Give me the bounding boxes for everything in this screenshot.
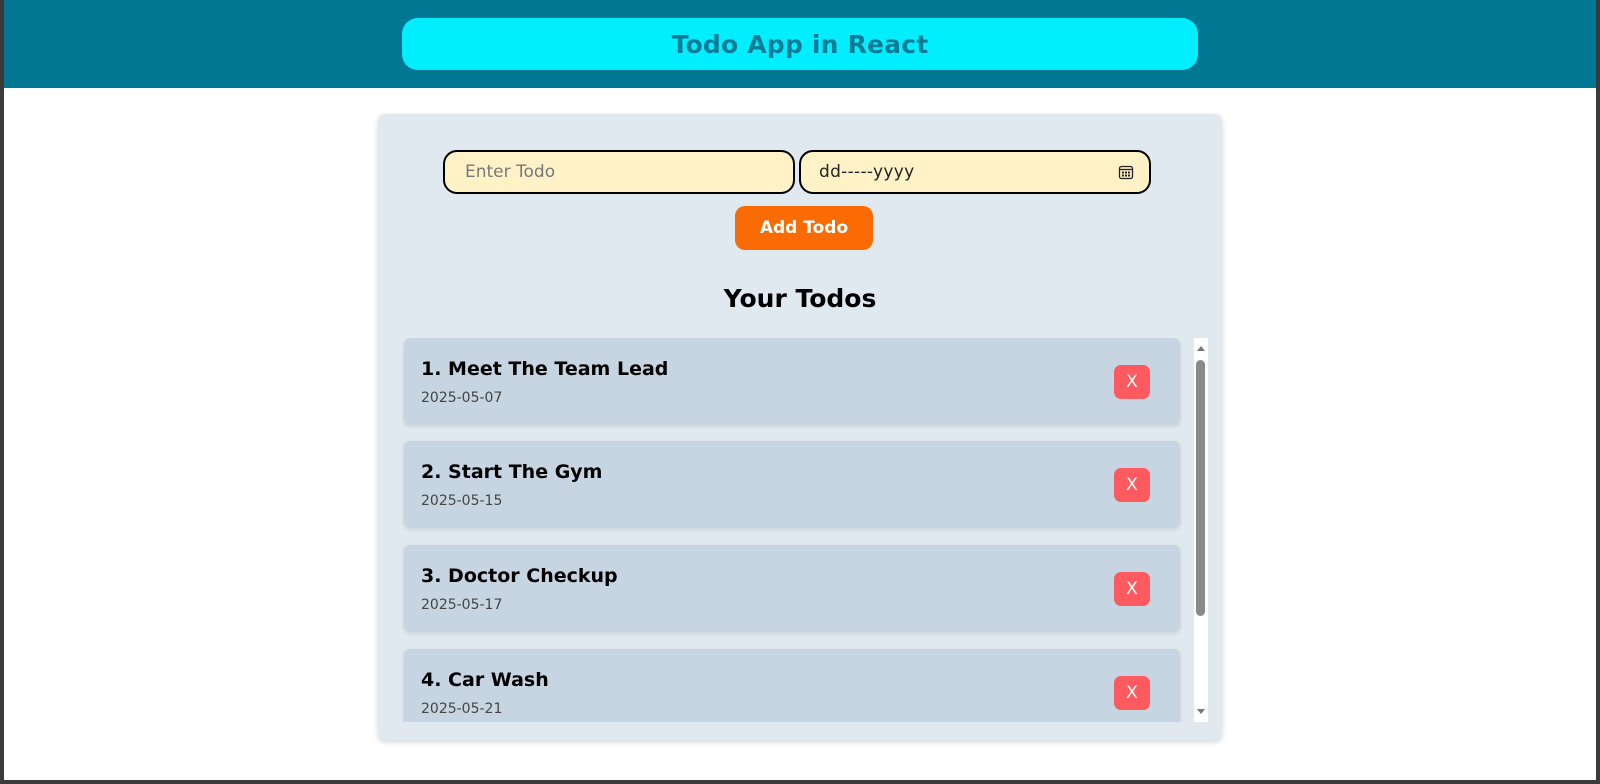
scroll-down-arrow-icon[interactable] [1197,709,1205,714]
todo-item-date: 2025-05-21 [421,701,503,717]
delete-todo-button[interactable]: X [1114,365,1150,399]
app-header: Todo App in React [4,0,1596,88]
scroll-thumb[interactable] [1196,360,1205,616]
todo-item-text: 2. Start The Gym [421,461,603,483]
todo-item-date: 2025-05-07 [421,390,503,406]
delete-todo-button[interactable]: X [1114,572,1150,606]
todo-item: 2. Start The Gym 2025-05-15 X [404,441,1180,527]
todo-input-wrapper[interactable] [443,150,795,194]
add-todo-button[interactable]: Add Todo [735,206,873,250]
todo-item-text: 3. Doctor Checkup [421,565,618,587]
todo-item: 1. Meet The Team Lead 2025-05-07 X [404,338,1180,424]
list-scrollbar[interactable] [1194,338,1208,722]
scroll-up-arrow-icon[interactable] [1197,346,1205,351]
app-title: Todo App in React [402,18,1198,70]
todo-list[interactable]: 1. Meet The Team Lead 2025-05-07 X 2. St… [402,338,1184,722]
delete-todo-button[interactable]: X [1114,676,1150,710]
delete-todo-button[interactable]: X [1114,468,1150,502]
date-input[interactable]: dd-----yyyy [799,150,1151,194]
calendar-icon[interactable] [1117,163,1135,181]
todo-item-date: 2025-05-17 [421,597,503,613]
todo-item: 4. Car Wash 2025-05-21 X [404,649,1180,722]
todos-heading: Your Todos [723,284,877,313]
todo-item: 3. Doctor Checkup 2025-05-17 X [404,545,1180,631]
todo-item-text: 1. Meet The Team Lead [421,358,669,380]
todo-card: dd-----yyyy Add Todo Your Todos 1. Meet … [378,114,1222,740]
todo-input[interactable] [463,161,767,183]
todo-item-date: 2025-05-15 [421,493,503,509]
date-input-value: dd-----yyyy [819,162,915,182]
todo-item-text: 4. Car Wash [421,669,549,691]
app-window: Todo App in React dd-----yyyy Add T [4,0,1596,780]
